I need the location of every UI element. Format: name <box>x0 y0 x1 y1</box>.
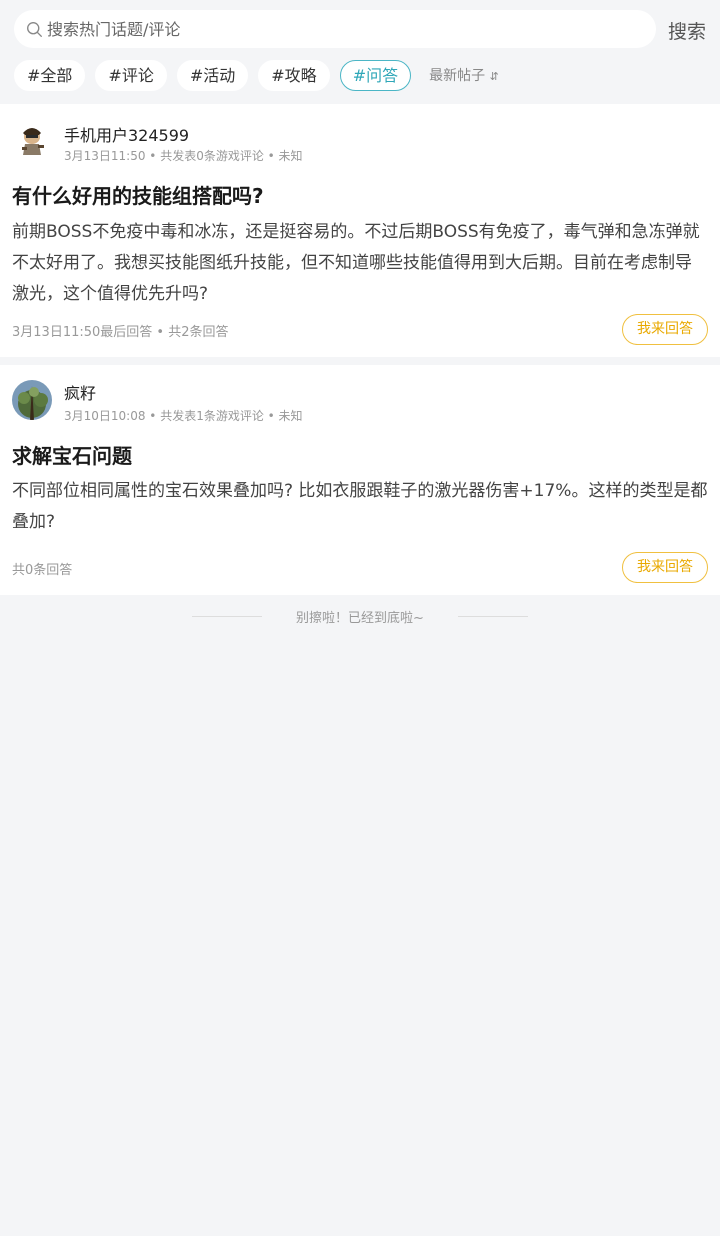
post-meta: 3月13日11:50 • 共发表0条游戏评论 • 未知 <box>64 149 303 163</box>
tag-guides[interactable]: #攻略 <box>258 59 330 91</box>
post-title[interactable]: 求解宝石问题 <box>12 440 132 469</box>
search-button[interactable]: 搜索 <box>668 17 706 44</box>
post-author[interactable]: 手机用户324599 <box>64 122 189 146</box>
tag-filter-bar: #全部 #评论 #活动 #攻略 #问答 最新帖子 ⇵ <box>14 59 499 91</box>
divider <box>192 615 263 617</box>
post-author[interactable]: 疯籽 <box>64 380 96 404</box>
search-input[interactable] <box>47 19 607 39</box>
search-box[interactable] <box>14 10 656 48</box>
avatar[interactable] <box>12 380 52 420</box>
tag-all[interactable]: #全部 <box>14 59 86 91</box>
end-of-list-note: 别擦啦！已经到底啦~ <box>0 606 720 626</box>
search-icon <box>27 21 42 37</box>
end-of-list-text: 别擦啦！已经到底啦~ <box>296 610 424 626</box>
top-bar: 搜索 #全部 #评论 #活动 #攻略 #问答 最新帖子 ⇵ <box>0 0 720 104</box>
tag-qa[interactable]: #问答 <box>339 59 412 91</box>
answer-button[interactable]: 我来回答 <box>622 552 708 583</box>
sort-arrows-icon: ⇵ <box>489 70 499 83</box>
avatar[interactable] <box>12 121 52 161</box>
post-card[interactable]: 手机用户324599 3月13日11:50 • 共发表0条游戏评论 • 未知 有… <box>0 104 720 357</box>
answer-button[interactable]: 我来回答 <box>622 314 708 345</box>
post-body[interactable]: 不同部位相同属性的宝石效果叠加吗? 比如衣服跟鞋子的激光器伤害+17%。这样的类… <box>12 476 708 538</box>
post-card[interactable]: 疯籽 3月10日10:08 • 共发表1条游戏评论 • 未知 求解宝石问题 不同… <box>0 365 720 595</box>
tag-comments[interactable]: #评论 <box>95 59 167 91</box>
divider <box>457 615 528 617</box>
sort-label: 最新帖子 <box>429 68 486 84</box>
tag-events[interactable]: #活动 <box>176 59 249 91</box>
sort-dropdown[interactable]: 最新帖子 ⇵ <box>429 65 499 85</box>
post-meta: 3月10日10:08 • 共发表1条游戏评论 • 未知 <box>64 409 303 423</box>
post-footer: 共0条回答 <box>12 563 73 578</box>
post-footer: 3月13日11:50最后回答 • 共2条回答 <box>12 325 229 340</box>
post-title[interactable]: 有什么好用的技能组搭配吗? <box>12 180 264 209</box>
post-body[interactable]: 前期BOSS不免疫中毒和冰冻，还是挺容易的。不过后期BOSS有免疫了，毒气弹和急… <box>12 217 708 310</box>
